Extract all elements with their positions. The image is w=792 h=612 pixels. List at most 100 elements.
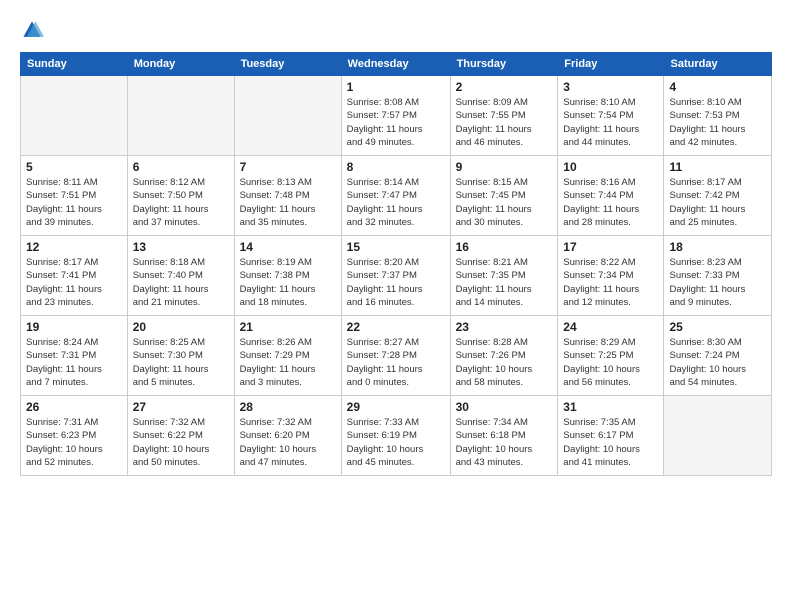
calendar-cell xyxy=(127,76,234,156)
day-info: Sunrise: 8:11 AM Sunset: 7:51 PM Dayligh… xyxy=(26,176,122,229)
day-number: 17 xyxy=(563,240,658,254)
day-number: 1 xyxy=(347,80,445,94)
calendar-cell: 31Sunrise: 7:35 AM Sunset: 6:17 PM Dayli… xyxy=(558,396,664,476)
calendar-cell: 26 Sunrise: 7:31 AM Sunset: 6:23 PM Dayli… xyxy=(21,396,128,476)
day-number: 13 xyxy=(133,240,229,254)
calendar-cell: 22Sunrise: 8:27 AM Sunset: 7:28 PM Dayli… xyxy=(341,316,450,396)
calendar-cell: 19 Sunrise: 8:24 AM Sunset: 7:31 PM Dayli… xyxy=(21,316,128,396)
calendar-cell: 20 Sunrise: 8:25 AM Sunset: 7:30 PM Dayli… xyxy=(127,316,234,396)
day-number: 9 xyxy=(456,160,553,174)
day-number: 8 xyxy=(347,160,445,174)
day-info: Sunrise: 7:35 AM Sunset: 6:17 PM Dayligh… xyxy=(563,416,658,469)
calendar-cell: 9 Sunrise: 8:15 AM Sunset: 7:45 PM Daylig… xyxy=(450,156,558,236)
calendar-cell: 17Sunrise: 8:22 AM Sunset: 7:34 PM Dayli… xyxy=(558,236,664,316)
calendar: SundayMondayTuesdayWednesdayThursdayFrid… xyxy=(20,52,772,476)
calendar-cell: 25 Sunrise: 8:30 AM Sunset: 7:24 PM Dayli… xyxy=(664,316,772,396)
day-number: 11 xyxy=(669,160,766,174)
day-number: 24 xyxy=(563,320,658,334)
logo-icon xyxy=(20,18,44,42)
day-number: 4 xyxy=(669,80,766,94)
calendar-cell: 28 Sunrise: 7:32 AM Sunset: 6:20 PM Dayli… xyxy=(234,396,341,476)
day-info: Sunrise: 8:25 AM Sunset: 7:30 PM Dayligh… xyxy=(133,336,229,389)
day-info: Sunrise: 8:18 AM Sunset: 7:40 PM Dayligh… xyxy=(133,256,229,309)
day-number: 30 xyxy=(456,400,553,414)
week-row-3: 12 Sunrise: 8:17 AM Sunset: 7:41 PM Dayli… xyxy=(21,236,772,316)
day-info: Sunrise: 8:08 AM Sunset: 7:57 PM Dayligh… xyxy=(347,96,445,149)
calendar-header-monday: Monday xyxy=(127,53,234,76)
day-number: 15 xyxy=(347,240,445,254)
day-info: Sunrise: 8:29 AM Sunset: 7:25 PM Dayligh… xyxy=(563,336,658,389)
day-number: 26 xyxy=(26,400,122,414)
day-info: Sunrise: 8:26 AM Sunset: 7:29 PM Dayligh… xyxy=(240,336,336,389)
calendar-cell: 8Sunrise: 8:14 AM Sunset: 7:47 PM Daylig… xyxy=(341,156,450,236)
calendar-cell: 10 Sunrise: 8:16 AM Sunset: 7:44 PM Dayli… xyxy=(558,156,664,236)
calendar-header-wednesday: Wednesday xyxy=(341,53,450,76)
day-number: 5 xyxy=(26,160,122,174)
calendar-cell: 7 Sunrise: 8:13 AM Sunset: 7:48 PM Daylig… xyxy=(234,156,341,236)
day-info: Sunrise: 8:10 AM Sunset: 7:54 PM Dayligh… xyxy=(563,96,658,149)
calendar-cell: 29Sunrise: 7:33 AM Sunset: 6:19 PM Dayli… xyxy=(341,396,450,476)
calendar-cell: 12 Sunrise: 8:17 AM Sunset: 7:41 PM Dayli… xyxy=(21,236,128,316)
day-info: Sunrise: 8:21 AM Sunset: 7:35 PM Dayligh… xyxy=(456,256,553,309)
day-number: 10 xyxy=(563,160,658,174)
calendar-header-saturday: Saturday xyxy=(664,53,772,76)
day-info: Sunrise: 8:09 AM Sunset: 7:55 PM Dayligh… xyxy=(456,96,553,149)
day-number: 16 xyxy=(456,240,553,254)
calendar-cell: 15 Sunrise: 8:20 AM Sunset: 7:37 PM Dayli… xyxy=(341,236,450,316)
calendar-cell xyxy=(664,396,772,476)
day-info: Sunrise: 8:27 AM Sunset: 7:28 PM Dayligh… xyxy=(347,336,445,389)
calendar-header-row: SundayMondayTuesdayWednesdayThursdayFrid… xyxy=(21,53,772,76)
calendar-cell: 27Sunrise: 7:32 AM Sunset: 6:22 PM Dayli… xyxy=(127,396,234,476)
day-info: Sunrise: 8:16 AM Sunset: 7:44 PM Dayligh… xyxy=(563,176,658,229)
day-number: 2 xyxy=(456,80,553,94)
day-info: Sunrise: 8:17 AM Sunset: 7:41 PM Dayligh… xyxy=(26,256,122,309)
calendar-cell: 14Sunrise: 8:19 AM Sunset: 7:38 PM Dayli… xyxy=(234,236,341,316)
day-info: Sunrise: 8:12 AM Sunset: 7:50 PM Dayligh… xyxy=(133,176,229,229)
week-row-5: 26 Sunrise: 7:31 AM Sunset: 6:23 PM Dayli… xyxy=(21,396,772,476)
week-row-4: 19 Sunrise: 8:24 AM Sunset: 7:31 PM Dayli… xyxy=(21,316,772,396)
day-info: Sunrise: 8:15 AM Sunset: 7:45 PM Dayligh… xyxy=(456,176,553,229)
calendar-cell: 2 Sunrise: 8:09 AM Sunset: 7:55 PM Daylig… xyxy=(450,76,558,156)
day-info: Sunrise: 8:23 AM Sunset: 7:33 PM Dayligh… xyxy=(669,256,766,309)
day-number: 14 xyxy=(240,240,336,254)
week-row-1: 1 Sunrise: 8:08 AM Sunset: 7:57 PM Daylig… xyxy=(21,76,772,156)
day-number: 19 xyxy=(26,320,122,334)
calendar-cell: 1 Sunrise: 8:08 AM Sunset: 7:57 PM Daylig… xyxy=(341,76,450,156)
calendar-header-tuesday: Tuesday xyxy=(234,53,341,76)
day-number: 28 xyxy=(240,400,336,414)
day-info: Sunrise: 8:13 AM Sunset: 7:48 PM Dayligh… xyxy=(240,176,336,229)
calendar-header-friday: Friday xyxy=(558,53,664,76)
day-number: 21 xyxy=(240,320,336,334)
calendar-cell: 11Sunrise: 8:17 AM Sunset: 7:42 PM Dayli… xyxy=(664,156,772,236)
week-row-2: 5 Sunrise: 8:11 AM Sunset: 7:51 PM Daylig… xyxy=(21,156,772,236)
day-number: 6 xyxy=(133,160,229,174)
day-info: Sunrise: 8:28 AM Sunset: 7:26 PM Dayligh… xyxy=(456,336,553,389)
calendar-cell: 23 Sunrise: 8:28 AM Sunset: 7:26 PM Dayli… xyxy=(450,316,558,396)
calendar-cell: 16 Sunrise: 8:21 AM Sunset: 7:35 PM Dayli… xyxy=(450,236,558,316)
calendar-cell: 4 Sunrise: 8:10 AM Sunset: 7:53 PM Daylig… xyxy=(664,76,772,156)
calendar-cell: 18 Sunrise: 8:23 AM Sunset: 7:33 PM Dayli… xyxy=(664,236,772,316)
day-number: 18 xyxy=(669,240,766,254)
calendar-cell: 21 Sunrise: 8:26 AM Sunset: 7:29 PM Dayli… xyxy=(234,316,341,396)
day-number: 27 xyxy=(133,400,229,414)
day-info: Sunrise: 7:31 AM Sunset: 6:23 PM Dayligh… xyxy=(26,416,122,469)
day-info: Sunrise: 8:30 AM Sunset: 7:24 PM Dayligh… xyxy=(669,336,766,389)
day-number: 25 xyxy=(669,320,766,334)
day-info: Sunrise: 8:24 AM Sunset: 7:31 PM Dayligh… xyxy=(26,336,122,389)
day-number: 3 xyxy=(563,80,658,94)
calendar-cell: 24 Sunrise: 8:29 AM Sunset: 7:25 PM Dayli… xyxy=(558,316,664,396)
day-number: 23 xyxy=(456,320,553,334)
day-number: 20 xyxy=(133,320,229,334)
day-number: 7 xyxy=(240,160,336,174)
calendar-cell: 3 Sunrise: 8:10 AM Sunset: 7:54 PM Daylig… xyxy=(558,76,664,156)
calendar-cell: 13 Sunrise: 8:18 AM Sunset: 7:40 PM Dayli… xyxy=(127,236,234,316)
calendar-cell: 6 Sunrise: 8:12 AM Sunset: 7:50 PM Daylig… xyxy=(127,156,234,236)
calendar-cell xyxy=(21,76,128,156)
day-number: 29 xyxy=(347,400,445,414)
day-info: Sunrise: 8:10 AM Sunset: 7:53 PM Dayligh… xyxy=(669,96,766,149)
day-info: Sunrise: 7:32 AM Sunset: 6:20 PM Dayligh… xyxy=(240,416,336,469)
logo xyxy=(20,18,48,42)
calendar-cell: 5 Sunrise: 8:11 AM Sunset: 7:51 PM Daylig… xyxy=(21,156,128,236)
day-number: 12 xyxy=(26,240,122,254)
day-info: Sunrise: 8:20 AM Sunset: 7:37 PM Dayligh… xyxy=(347,256,445,309)
